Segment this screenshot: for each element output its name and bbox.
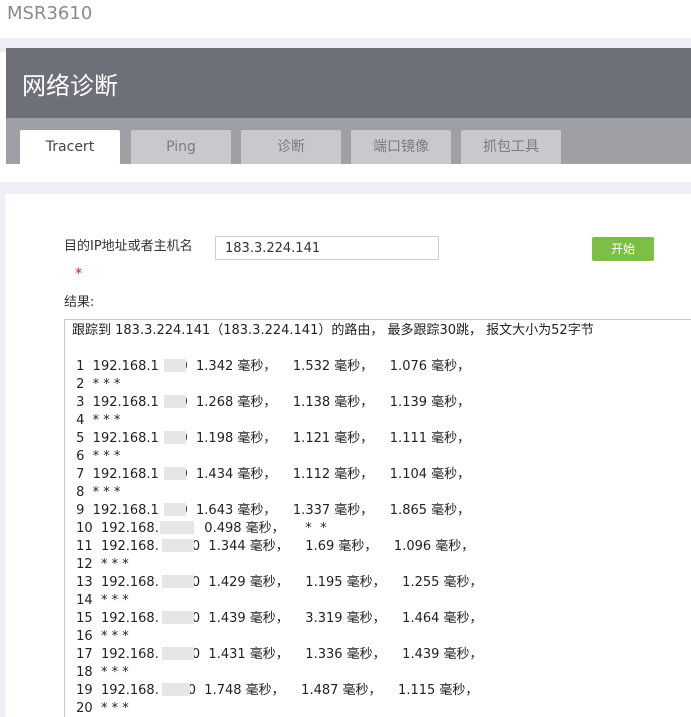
redaction-mark [162,647,194,660]
tab-ping[interactable]: Ping [131,130,231,164]
brand-title: MSR3610 [7,3,93,24]
result-label: 结果: [64,295,95,310]
page-header: 网络诊断 [6,48,691,118]
result-line: 14 * * * [72,593,129,608]
redaction-mark [164,503,186,516]
required-mark: * [75,266,82,282]
redaction-mark [164,467,186,480]
result-line: 6 * * * [72,449,121,464]
redaction-mark [162,611,194,624]
tab-diagnose[interactable]: 诊断 [241,130,341,164]
result-line: 16 * * * [72,629,129,644]
tab-tracert[interactable]: Tracert [20,130,120,164]
result-line: 12 * * * [72,557,129,572]
redaction-mark [164,395,186,408]
tab-port-mirror[interactable]: 端口镜像 [351,130,451,164]
result-textarea[interactable]: 跟踪到 183.3.224.141（183.3.224.141）的路由， 最多跟… [64,319,691,717]
result-line: 跟踪到 183.3.224.141（183.3.224.141）的路由， 最多跟… [72,323,594,338]
target-label: 目的IP地址或者主机名 [64,239,193,254]
separator-band [0,182,691,194]
result-line: 4 * * * [72,413,121,428]
redaction-mark [164,359,186,372]
page-title: 网络诊断 [22,72,118,100]
tab-bar: Tracert Ping 诊断 端口镜像 抓包工具 [6,118,691,164]
result-line: 20 * * * [72,701,129,716]
result-line [72,340,691,358]
redaction-mark [160,521,194,534]
redaction-mark [162,575,194,588]
target-ip-input[interactable] [215,236,439,260]
result-line: 18 * * * [72,665,129,680]
redaction-mark [164,431,186,444]
redaction-mark [162,683,190,696]
tab-capture-tool[interactable]: 抓包工具 [461,130,561,164]
left-strip [0,194,5,717]
result-line: 2 * * * [72,377,121,392]
result-line: 8 * * * [72,485,121,500]
start-button[interactable]: 开始 [592,237,654,261]
redaction-mark [162,539,194,552]
